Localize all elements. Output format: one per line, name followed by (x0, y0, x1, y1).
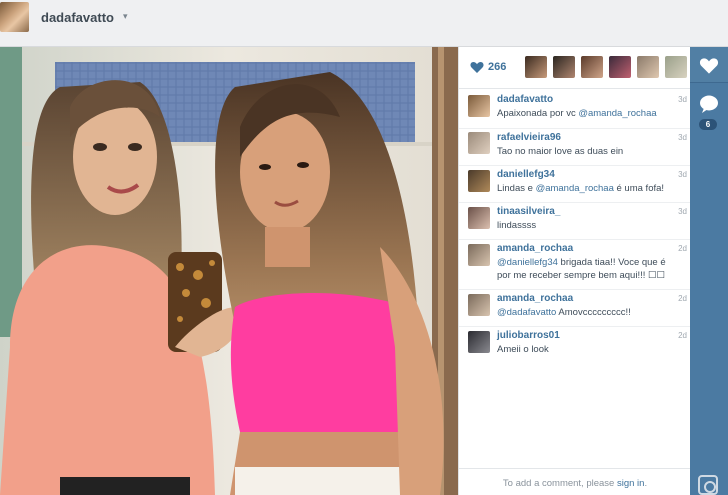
comment-text: Apaixonada por vc @amanda_rochaa (497, 107, 677, 120)
comment-bubble-icon[interactable] (699, 94, 719, 114)
avatar[interactable] (468, 132, 490, 154)
comment-text: @daniellefg34 brigada tiaa!! Voce que é … (497, 256, 677, 282)
post-photo[interactable] (0, 47, 458, 495)
avatar[interactable] (468, 244, 490, 266)
liker-avatar[interactable] (609, 56, 631, 78)
comment-time: 3d (678, 95, 687, 104)
comment-username[interactable]: amanda_rochaa (497, 293, 573, 304)
mention-link[interactable]: @dadafavatto (497, 307, 556, 318)
divider (459, 289, 691, 290)
avatar[interactable] (468, 331, 490, 353)
comment-text: lindassss (497, 219, 677, 232)
comment-count-badge: 6 (699, 119, 717, 130)
comment-time: 2d (678, 244, 687, 253)
comment-text: Tao no maior love as duas ein (497, 145, 677, 158)
likes-row: 266 (459, 47, 691, 89)
comment-text-part: Apaixonada por vc (497, 108, 579, 119)
instagram-logo-icon[interactable] (698, 475, 718, 495)
mention-link[interactable]: @daniellefg34 (497, 257, 558, 268)
comment-time: 3d (678, 207, 687, 216)
add-comment-text: To add a comment, please (502, 478, 617, 489)
comment-username[interactable]: amanda_rochaa (497, 243, 573, 254)
sign-in-link[interactable]: sign in (617, 478, 644, 489)
liker-avatar[interactable] (637, 56, 659, 78)
comment-username[interactable]: tinaasilveira_ (497, 206, 560, 217)
avatar[interactable] (468, 95, 490, 117)
photo-illustration (0, 47, 458, 495)
comment-text-part: Lindas e (497, 183, 536, 194)
add-comment-prompt: To add a comment, please sign in. (459, 468, 691, 495)
liker-avatar[interactable] (525, 56, 547, 78)
avatar[interactable] (468, 170, 490, 192)
mention-link[interactable]: @amanda_rochaa (536, 183, 614, 194)
divider (459, 239, 691, 240)
liker-avatar[interactable] (581, 56, 603, 78)
post-details-panel: 266 dadafavatto 3d Apaixonada por vc @am… (458, 47, 691, 495)
mention-link[interactable]: @amanda_rochaa (578, 108, 656, 119)
comment-text-part: Ameii o look (497, 344, 549, 355)
divider (459, 128, 691, 129)
liker-avatar[interactable] (553, 56, 575, 78)
comment-text-part: Amovccccccccc!! (556, 307, 631, 318)
username-link[interactable]: dadafavatto (41, 10, 114, 25)
comment-text-part: Tao no maior love as duas ein (497, 146, 624, 157)
chevron-down-icon[interactable]: ▾ (123, 11, 128, 22)
comment-time: 2d (678, 294, 687, 303)
avatar[interactable] (468, 207, 490, 229)
comment-time: 3d (678, 170, 687, 179)
add-comment-suffix: . (644, 478, 648, 489)
avatar[interactable] (468, 294, 490, 316)
likes-count[interactable]: 266 (488, 61, 506, 73)
comment-text: @dadafavatto Amovccccccccc!! (497, 306, 677, 319)
profile-header: dadafavatto ▾ (0, 0, 728, 47)
action-column: 6 (690, 47, 728, 495)
heart-icon[interactable] (699, 57, 719, 75)
liker-avatar[interactable] (665, 56, 687, 78)
comment-username[interactable]: rafaelvieira96 (497, 132, 561, 143)
comment-time: 3d (678, 133, 687, 142)
comment-text-part: lindassss (497, 220, 537, 231)
comment-text-part: é uma fofa! (613, 183, 665, 194)
comment-username[interactable]: daniellefg34 (497, 169, 555, 180)
comment-username[interactable]: dadafavatto (497, 94, 553, 105)
comment-time: 2d (678, 331, 687, 340)
comment-text: Ameii o look (497, 343, 677, 356)
divider (459, 202, 691, 203)
heart-icon[interactable] (470, 61, 484, 74)
comment-text: Lindas e @amanda_rochaa é uma fofa! (497, 182, 677, 195)
comment-username[interactable]: juliobarros01 (497, 330, 560, 341)
avatar[interactable] (0, 2, 29, 32)
divider (459, 165, 691, 166)
divider (459, 326, 691, 327)
